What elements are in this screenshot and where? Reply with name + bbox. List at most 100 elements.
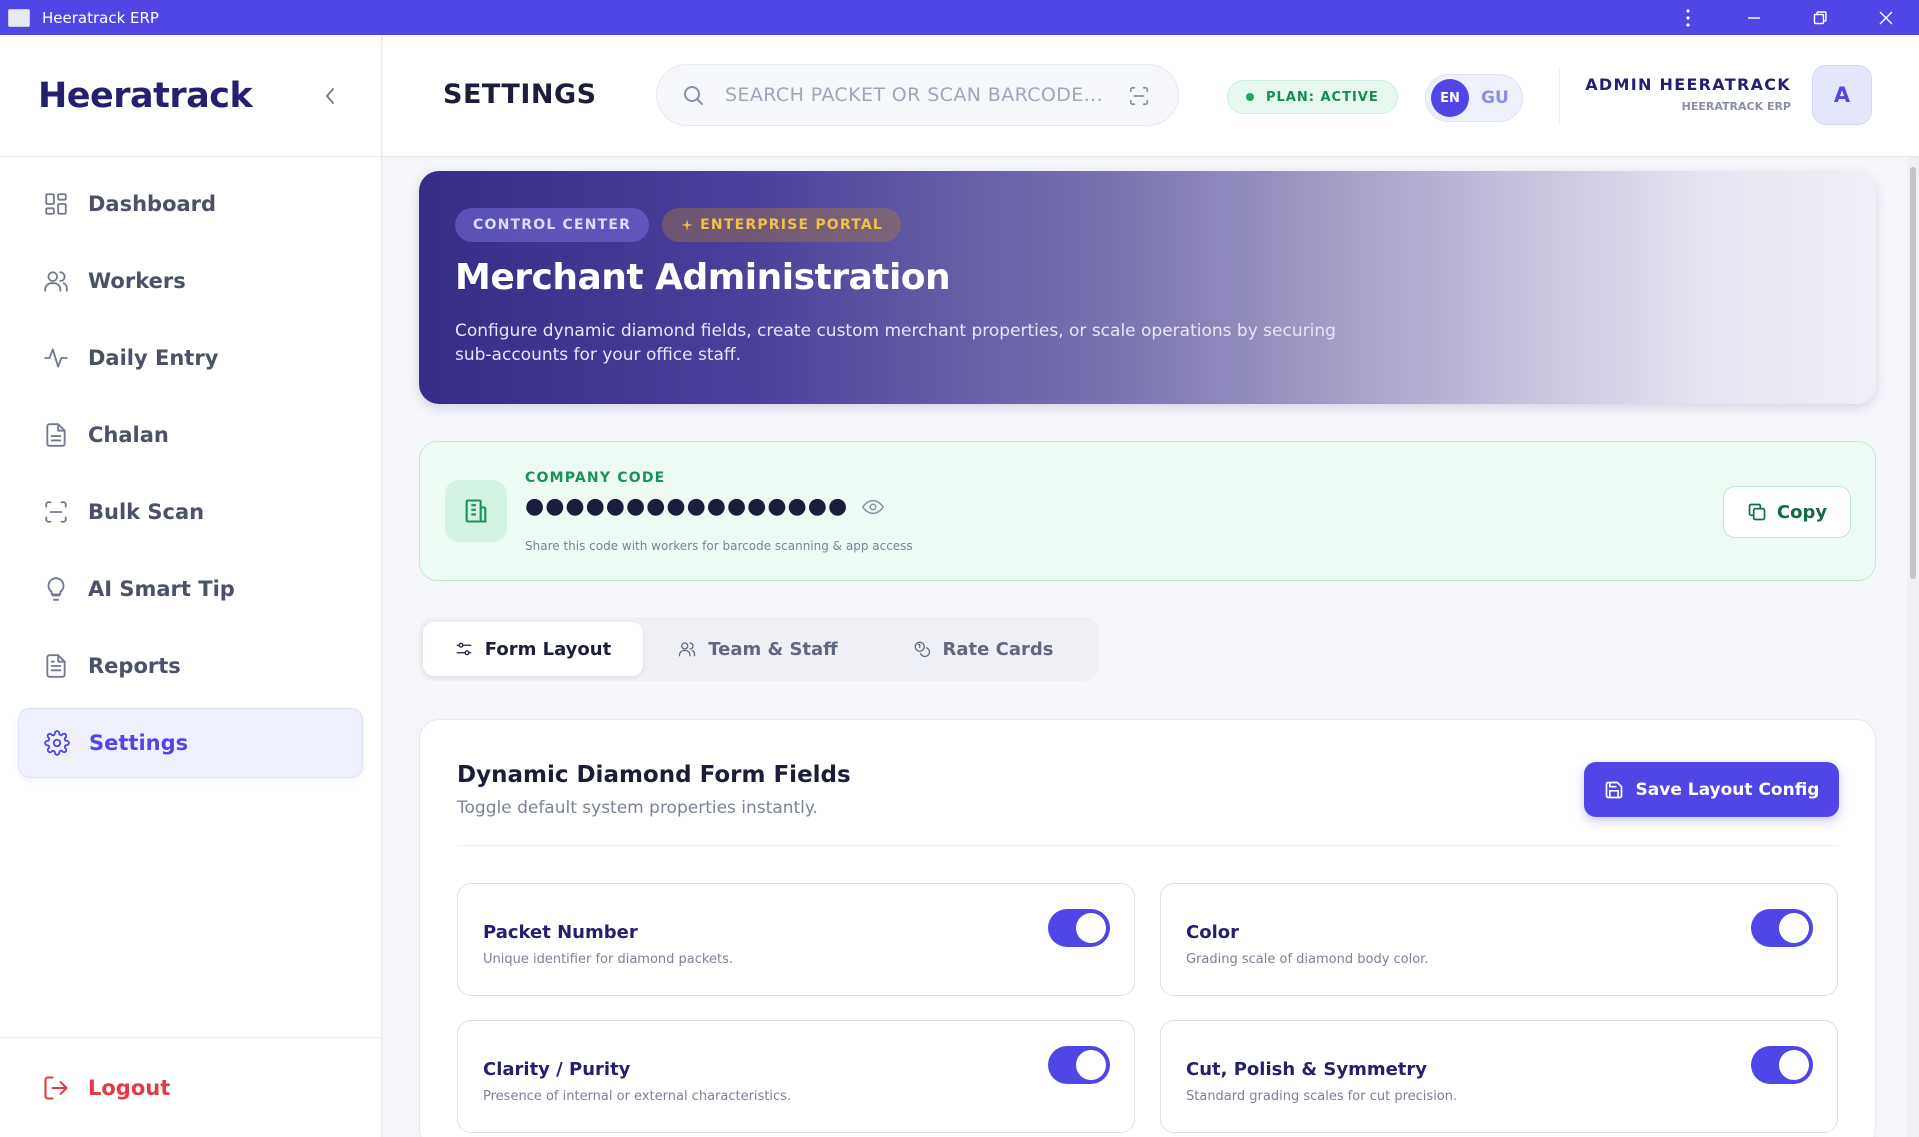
toggle-knob: [1779, 1050, 1809, 1080]
toggle-knob: [1076, 913, 1106, 943]
sidebar-item-label: Bulk Scan: [88, 500, 205, 524]
search-input[interactable]: [725, 84, 1115, 106]
save-icon: [1605, 781, 1622, 798]
chevron-left-icon: [326, 88, 334, 104]
brand-row: Heeratrack: [0, 35, 381, 157]
copy-button[interactable]: Copy: [1723, 486, 1851, 538]
tab-form-layout[interactable]: Form Layout: [423, 622, 643, 676]
sidebar-item-reports[interactable]: Reports: [18, 631, 363, 701]
main-scrollbar[interactable]: [1907, 157, 1919, 1137]
logout-label: Logout: [88, 1075, 171, 1100]
enterprise-portal-label: ENTERPRISE PORTAL: [700, 217, 884, 233]
sidebar-item-label: Chalan: [88, 423, 169, 447]
field-card-clarity: Clarity / Purity Presence of internal or…: [457, 1020, 1135, 1133]
report-icon: [42, 652, 70, 680]
lang-en-button[interactable]: EN: [1431, 79, 1469, 117]
toggle-knob: [1076, 1050, 1106, 1080]
user-name: ADMIN HEERATRACK: [1585, 75, 1791, 94]
field-description: Standard grading scales for cut precisio…: [1186, 1089, 1458, 1104]
control-center-chip: CONTROL CENTER: [455, 208, 650, 242]
sparkle-icon: [681, 219, 694, 231]
field-description: Grading scale of diamond body color.: [1186, 952, 1429, 967]
status-dot: [1246, 93, 1254, 101]
more-options-icon[interactable]: [1655, 0, 1721, 35]
plan-status-text: PLAN: ACTIVE: [1266, 89, 1379, 105]
search-bar[interactable]: [656, 64, 1179, 126]
minimize-icon[interactable]: [1721, 0, 1787, 35]
window-titlebar: Heeratrack ERP: [0, 0, 1919, 35]
tab-label: Team & Staff: [708, 638, 838, 660]
barcode-scan-icon[interactable]: [1128, 85, 1150, 107]
sidebar-item-chalan[interactable]: Chalan: [18, 400, 363, 470]
field-name: Clarity / Purity: [483, 1059, 631, 1080]
logout-icon: [44, 1075, 68, 1100]
sidebar-item-label: Dashboard: [88, 192, 217, 216]
lightbulb-icon: [42, 575, 70, 603]
restore-icon[interactable]: [1787, 0, 1853, 35]
tab-label: Form Layout: [484, 638, 612, 660]
company-code-hint: Share this code with workers for barcode…: [525, 539, 913, 553]
scan-icon: [42, 498, 70, 526]
cut-polish-toggle[interactable]: [1751, 1046, 1813, 1084]
building-icon: [445, 480, 507, 542]
sidebar-item-label: Reports: [88, 654, 181, 678]
card-subtitle: Toggle default system properties instant…: [457, 798, 818, 818]
user-info: ADMIN HEERATRACK HEERATRACK ERP: [1585, 75, 1791, 113]
clarity-toggle[interactable]: [1048, 1046, 1110, 1084]
sidebar-item-dashboard[interactable]: Dashboard: [18, 169, 363, 239]
tab-rate-cards[interactable]: Rate Cards: [873, 622, 1093, 676]
language-switcher[interactable]: EN GU: [1425, 74, 1523, 122]
eye-icon[interactable]: [862, 499, 885, 515]
lang-gu-button[interactable]: GU: [1481, 88, 1509, 108]
logout-button[interactable]: Logout: [0, 1037, 381, 1137]
close-icon[interactable]: [1853, 0, 1919, 35]
avatar[interactable]: A: [1812, 65, 1872, 125]
color-toggle[interactable]: [1751, 909, 1813, 947]
field-card-cut-polish: Cut, Polish & Symmetry Standard grading …: [1160, 1020, 1838, 1133]
card-divider: [457, 845, 1838, 846]
settings-tabs: Form Layout Team & Staff Rate Cards: [419, 617, 1099, 681]
sidebar-item-label: AI Smart Tip: [88, 577, 235, 601]
card-title: Dynamic Diamond Form Fields: [457, 762, 851, 788]
grid-icon: [42, 190, 70, 218]
company-code-label: COMPANY CODE: [525, 470, 666, 486]
field-name: Cut, Polish & Symmetry: [1186, 1059, 1428, 1080]
field-card-color: Color Grading scale of diamond body colo…: [1160, 883, 1838, 996]
tab-team-staff[interactable]: Team & Staff: [643, 622, 873, 676]
sidebar-item-workers[interactable]: Workers: [18, 246, 363, 316]
users-icon: [42, 267, 70, 295]
form-fields-card: Dynamic Diamond Form Fields Toggle defau…: [419, 719, 1876, 1137]
field-description: Presence of internal or external charact…: [483, 1089, 792, 1104]
field-description: Unique identifier for diamond packets.: [483, 952, 733, 967]
plan-status-badge: PLAN: ACTIVE: [1227, 80, 1398, 114]
collapse-sidebar-button[interactable]: [319, 85, 341, 107]
sidebar-nav: Dashboard Workers Daily Entry Chalan Bul…: [0, 157, 381, 778]
sidebar: Heeratrack Dashboard Workers Daily Entry: [0, 35, 382, 1137]
hero-banner: CONTROL CENTER ENTERPRISE PORTAL Merchan…: [419, 171, 1876, 404]
copy-label: Copy: [1776, 501, 1828, 523]
brand-logo-text: Heeratrack: [38, 75, 253, 116]
sidebar-item-label: Settings: [89, 731, 189, 755]
sidebar-item-daily-entry[interactable]: Daily Entry: [18, 323, 363, 393]
company-code-value: ●●●●●●●●●●●●●●●●: [525, 494, 885, 519]
users-icon: [679, 642, 696, 657]
field-name: Packet Number: [483, 922, 638, 943]
sidebar-item-bulk-scan[interactable]: Bulk Scan: [18, 477, 363, 547]
header-divider: [1559, 67, 1560, 125]
search-icon: [684, 86, 703, 105]
enterprise-portal-chip: ENTERPRISE PORTAL: [662, 208, 902, 242]
save-label: Save Layout Config: [1635, 779, 1820, 800]
sidebar-item-ai-smart-tip[interactable]: AI Smart Tip: [18, 554, 363, 624]
sidebar-item-settings[interactable]: Settings: [18, 708, 363, 778]
field-card-packet-number: Packet Number Unique identifier for diam…: [457, 883, 1135, 996]
app-icon: [8, 8, 30, 27]
gear-icon: [43, 729, 71, 757]
activity-icon: [42, 344, 70, 372]
packet-number-toggle[interactable]: [1048, 909, 1110, 947]
save-layout-button[interactable]: Save Layout Config: [1584, 762, 1839, 817]
copy-icon: [1748, 503, 1766, 521]
scrollbar-thumb[interactable]: [1910, 167, 1916, 579]
hero-description: Configure dynamic diamond fields, create…: [455, 321, 1336, 365]
field-name: Color: [1186, 922, 1239, 943]
company-code-card: COMPANY CODE ●●●●●●●●●●●●●●●● Share this…: [419, 441, 1876, 581]
